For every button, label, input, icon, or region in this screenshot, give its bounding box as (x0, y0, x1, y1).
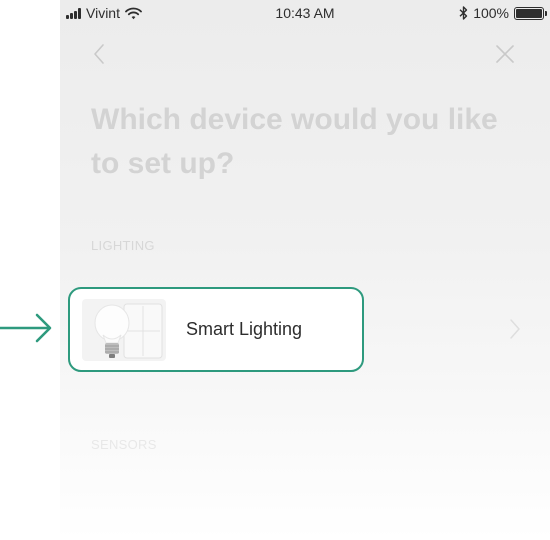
smart-lighting-label: Smart Lighting (186, 319, 303, 339)
chevron-left-icon[interactable] (88, 42, 112, 66)
section-label-lighting: LIGHTING (91, 238, 155, 253)
arrow-right-icon (0, 313, 52, 343)
light-bulb-and-switch-icon (82, 299, 166, 361)
section-label-sensors: SENSORS (91, 437, 157, 452)
status-bar: Vivint 10:43 AM 100% (60, 0, 550, 26)
battery-icon (514, 6, 547, 20)
status-right: 100% (459, 5, 547, 21)
battery-fill (516, 8, 542, 18)
battery-percent: 100% (473, 5, 509, 21)
close-icon[interactable] (494, 43, 516, 65)
chevron-right-icon (510, 319, 520, 339)
phone-screen: Vivint 10:43 AM 100% Which device would … (60, 0, 550, 540)
bluetooth-icon (459, 6, 468, 20)
page-title: Which device would you like to set up? (91, 103, 498, 180)
smart-lighting-card[interactable]: Smart Lighting (68, 287, 364, 372)
